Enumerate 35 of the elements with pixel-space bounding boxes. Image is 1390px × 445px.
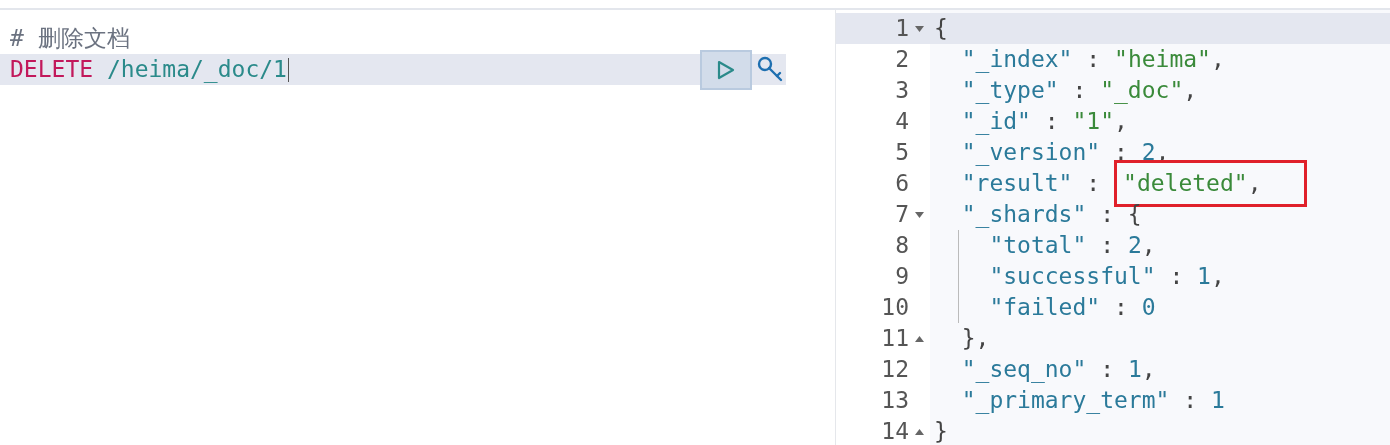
fold-caret-icon[interactable] [915,335,924,342]
run-button[interactable] [700,50,752,90]
code-line: "_primary_term" : 1 [960,386,1225,416]
code-line: "failed" : 0 [988,293,1156,323]
line-number: 14 [881,417,909,445]
line-number: 12 [881,355,909,385]
code-line: "result" : [960,169,1102,199]
code-line: }, [960,324,990,354]
text-cursor [287,57,289,82]
code-line: # 删除文档 [10,24,130,54]
fold-caret-icon[interactable] [915,25,924,32]
code-line: "total" : 2, [988,231,1156,261]
line-number: 4 [895,107,909,137]
code-line: "successful" : 1, [988,262,1225,292]
line-number: 6 [895,169,909,199]
code-line: "_type" : "_doc", [960,76,1198,106]
fold-caret-icon[interactable] [915,428,924,435]
code-line: { [934,14,948,44]
line-number: 11 [881,324,909,354]
code-line: "_index" : "heima", [960,45,1225,75]
code-line: "_seq_no" : 1, [960,355,1156,385]
play-icon [717,60,735,80]
line-number: 1 [895,14,909,44]
line-number: 5 [895,138,909,168]
line-number: 3 [895,76,909,106]
line-number: 8 [895,231,909,261]
code-line: "_id" : "1", [960,107,1128,137]
line-number: 7 [895,200,909,230]
code-line: } [934,417,948,445]
line-number: 9 [895,262,909,292]
fold-caret-icon[interactable] [915,211,924,218]
line-number: 2 [895,45,909,75]
code-line: DELETE /heima/_doc/1 [10,55,287,85]
line-number: 13 [881,386,909,416]
line-number: 10 [881,293,909,323]
